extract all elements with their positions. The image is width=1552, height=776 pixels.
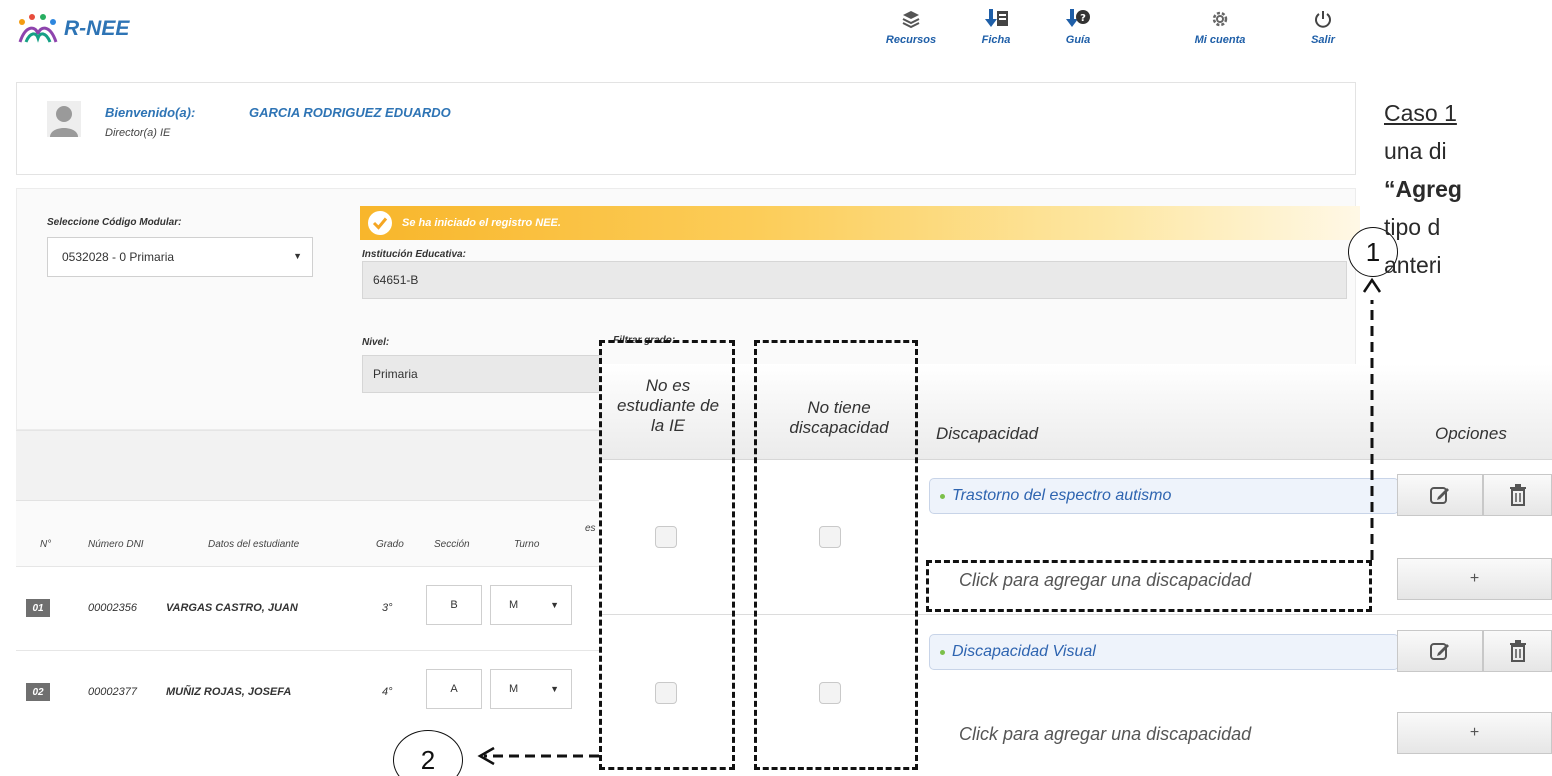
caso-title: Caso 1 [1384,100,1457,126]
stage: R-NEE Recursos Ficha ? Guía Mi cuenta Sa… [0,0,1552,776]
caso-line: “Agreg [1384,176,1462,202]
caso-line: tipo d [1384,214,1441,240]
caso-line: una di [1384,138,1447,164]
caso-description: Caso 1 una di “Agreg tipo d anteri [1384,94,1462,284]
annotation-connectors [477,277,1382,766]
caso-line: anteri [1384,252,1442,278]
